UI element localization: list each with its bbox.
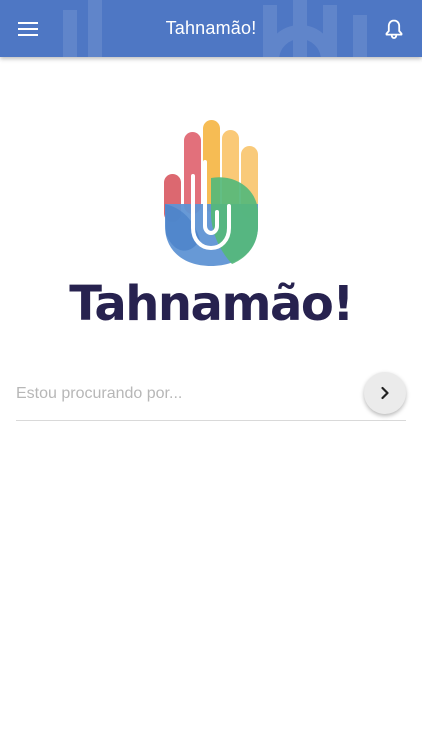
hand-logo (164, 120, 258, 266)
appbar-background-pattern (63, 0, 367, 57)
bell-icon (385, 19, 403, 39)
app-screen: Tahnamão! Tahnamão! (0, 0, 422, 750)
chevron-right-icon (381, 386, 389, 400)
hamburger-menu-icon (18, 22, 38, 36)
brand-wordmark: Tahnamão! (69, 276, 354, 332)
notifications-button[interactable] (376, 11, 412, 47)
app-bar: Tahnamão! (0, 0, 422, 57)
search-submit-button[interactable] (364, 372, 406, 414)
menu-button[interactable] (10, 11, 46, 47)
search-input[interactable] (16, 378, 356, 410)
search-bar (16, 370, 406, 421)
